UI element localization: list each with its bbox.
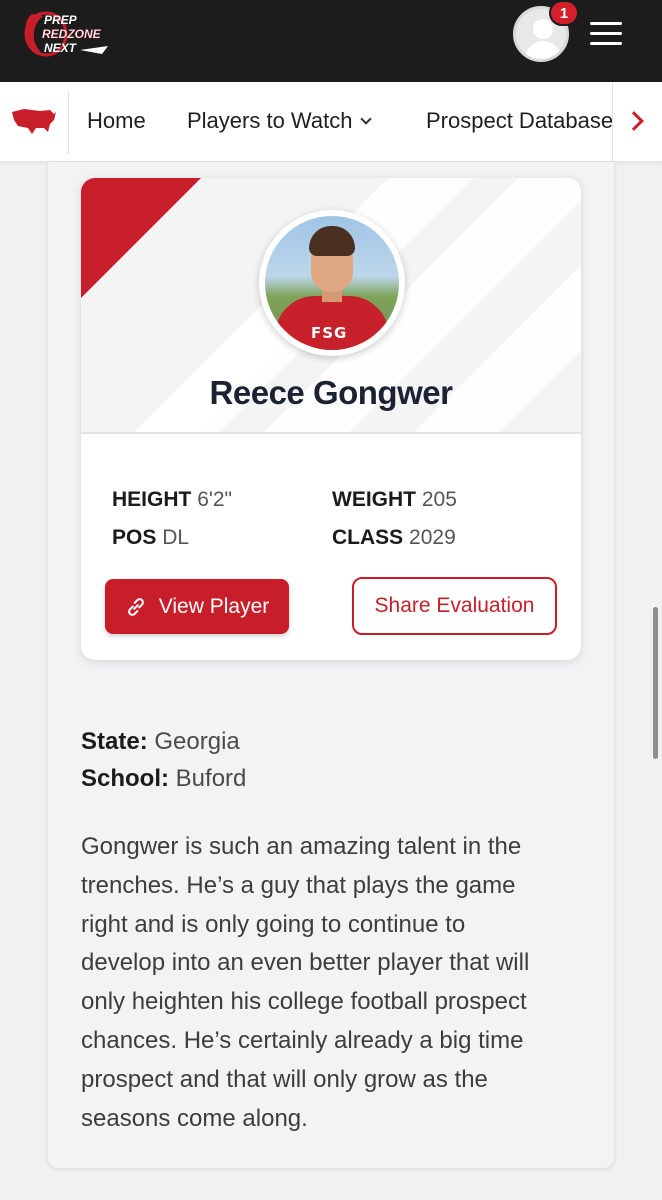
state-row: State: Georgia xyxy=(81,728,240,756)
notification-badge: 1 xyxy=(549,0,579,26)
bio-line: only heighten his college football prosp… xyxy=(81,988,527,1016)
stat-value: DL xyxy=(162,526,190,549)
bio-line: Gongwer is such an amazing talent in the xyxy=(81,833,522,860)
stat-label: POS xyxy=(112,526,157,549)
stat-weight: WEIGHT 205 xyxy=(332,488,457,512)
stat-position: POS DL xyxy=(112,526,189,550)
page-scrollbar[interactable] xyxy=(653,607,658,759)
bio-line: prospect and that will only grow as the xyxy=(81,1065,488,1093)
nav-item-home[interactable]: Home xyxy=(87,108,146,134)
view-player-button[interactable]: View Player xyxy=(105,579,289,634)
usa-map-icon[interactable] xyxy=(10,106,58,136)
nav-item-label: Players to Watch xyxy=(187,108,353,133)
logo-line-1: PREP xyxy=(44,13,78,27)
school-label: School: xyxy=(81,765,169,792)
nav-bar: Home Players to Watch Prospect Database xyxy=(0,82,662,162)
state-value: Georgia xyxy=(154,728,240,755)
evaluation-text: Gongwer is such an amazing talent in the… xyxy=(81,828,571,1138)
link-icon xyxy=(127,597,144,616)
bio-line: trenches. He’s a guy that plays the game xyxy=(81,871,516,899)
nav-scroll-right-button[interactable] xyxy=(612,82,662,161)
bio-line: develop into an even better player that … xyxy=(81,949,530,977)
school-value: Buford xyxy=(175,765,247,792)
shirt-logo: FSG xyxy=(311,324,348,342)
stat-class: CLASS 2029 xyxy=(332,526,456,550)
bio-line: seasons come along. xyxy=(81,1104,308,1132)
player-name: Reece Gongwer xyxy=(209,374,453,411)
nav-item-prospect-database[interactable]: Prospect Database xyxy=(426,108,613,134)
stat-label: WEIGHT xyxy=(332,488,416,511)
corner-accent xyxy=(81,178,201,298)
chevron-down-icon xyxy=(360,113,373,125)
state-label: State: xyxy=(81,728,148,755)
logo-line-3: NEXT xyxy=(44,41,78,55)
bio-line: chances. He’s certainly already a big ti… xyxy=(81,1026,524,1054)
chevron-right-icon xyxy=(624,111,644,131)
stat-value: 6'2" xyxy=(197,488,233,511)
player-card-header: FSG Reece Gongwer xyxy=(81,178,581,434)
stat-label: HEIGHT xyxy=(112,488,192,511)
school-row: School: Buford xyxy=(81,765,246,793)
top-bar: PREP REDZONE NEXT 1 xyxy=(0,0,662,82)
nav-item-players-to-watch[interactable]: Players to Watch xyxy=(187,108,373,134)
stat-value: 2029 xyxy=(409,526,456,549)
menu-icon[interactable] xyxy=(590,22,622,48)
site-logo[interactable]: PREP REDZONE NEXT xyxy=(22,10,126,58)
view-player-label: View Player xyxy=(158,594,270,618)
nav-divider xyxy=(68,92,69,154)
stat-value: 205 xyxy=(421,488,457,511)
share-evaluation-button[interactable]: Share Evaluation xyxy=(352,577,557,635)
logo-line-2: REDZONE xyxy=(42,27,102,41)
bio-line: right and is only going to continue to xyxy=(81,910,466,938)
stat-label: CLASS xyxy=(332,526,404,549)
player-card: FSG Reece Gongwer HEIGHT 6'2" WEIGHT 205… xyxy=(81,178,581,660)
stat-height: HEIGHT 6'2" xyxy=(112,488,232,512)
player-photo: FSG xyxy=(259,210,405,356)
